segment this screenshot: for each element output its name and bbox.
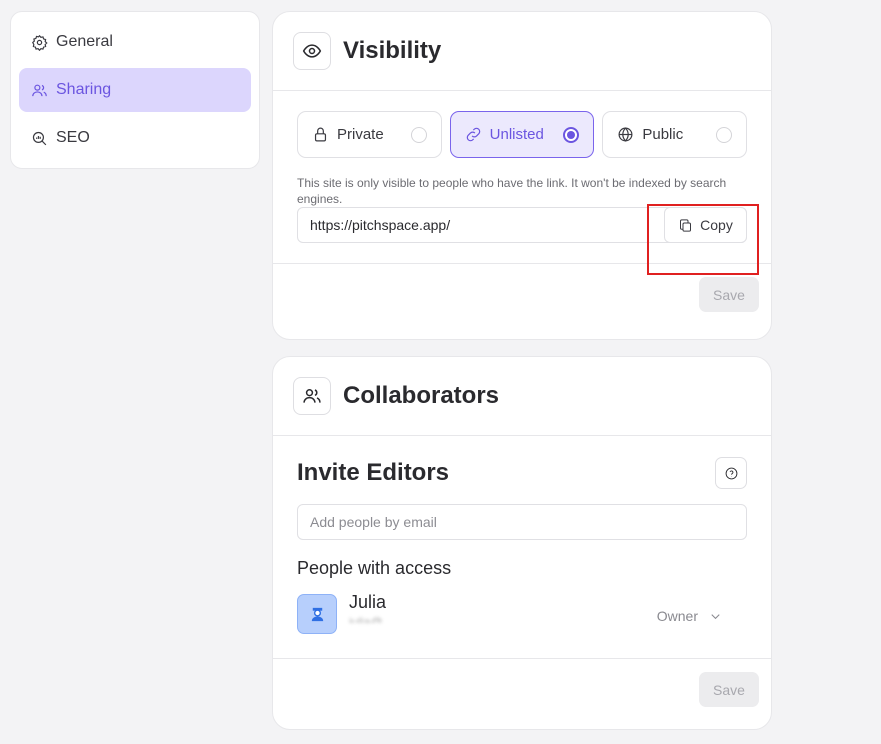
avatar <box>297 594 337 634</box>
visibility-header: Visibility <box>273 12 771 91</box>
sidebar-item-sharing[interactable]: Sharing <box>19 68 251 112</box>
collaborators-card: Collaborators Invite Editors Add people … <box>272 356 772 730</box>
role-dropdown[interactable]: Owner <box>657 608 723 624</box>
collaborators-title: Collaborators <box>343 382 500 409</box>
collaborators-save-button[interactable]: Save <box>699 672 759 707</box>
sidebar-item-label: SEO <box>56 129 90 146</box>
sidebar-item-label: General <box>56 33 113 50</box>
users-icon <box>303 389 321 403</box>
visibility-title: Visibility <box>343 37 442 64</box>
person-info: Julia julia@... <box>349 592 657 623</box>
sidebar-item-label: Sharing <box>56 81 112 98</box>
collaborators-footer: Save <box>273 658 771 720</box>
person-row: Julia julia@... Owner <box>273 579 771 648</box>
people-with-access-title: People with access <box>297 558 452 578</box>
settings-sidebar: General Sharing SEO <box>10 11 260 169</box>
sidebar-item-general[interactable]: General <box>19 20 251 64</box>
users-icon <box>32 84 47 96</box>
person-name: Julia <box>349 592 387 612</box>
gear-icon <box>32 34 48 51</box>
visibility-options: Private Unlisted Public <box>273 91 771 158</box>
option-label: Public <box>642 126 684 143</box>
invite-editors-title: Invite Editors <box>297 459 450 486</box>
collaborators-header-icon <box>293 377 331 415</box>
person-email: julia@... <box>349 615 393 623</box>
radio-button-selected[interactable] <box>563 126 580 143</box>
option-label: Private <box>337 126 384 143</box>
help-icon <box>725 467 737 479</box>
option-private[interactable]: Private <box>297 111 442 158</box>
visibility-header-icon <box>293 32 331 70</box>
role-label: Owner <box>656 608 698 624</box>
sidebar-item-seo[interactable]: SEO <box>19 116 251 160</box>
invite-email-input[interactable]: Add people by email <box>297 504 747 540</box>
collaborators-header: Collaborators <box>273 357 771 436</box>
radio-button[interactable] <box>716 126 733 143</box>
option-label: Unlisted <box>489 126 544 143</box>
eye-icon <box>302 44 322 58</box>
help-button[interactable] <box>715 457 747 489</box>
globe-icon <box>618 127 633 142</box>
invite-editors-row: Invite Editors <box>273 436 771 489</box>
option-public[interactable]: Public <box>602 111 748 158</box>
chevron-down-icon <box>711 613 720 619</box>
visibility-save-button[interactable]: Save <box>699 277 759 312</box>
radio-button[interactable] <box>410 126 427 143</box>
lock-icon <box>314 127 327 142</box>
option-unlisted[interactable]: Unlisted <box>449 111 595 158</box>
visibility-card: Visibility Private Unlisted Public This … <box>272 11 772 340</box>
link-icon <box>466 127 480 142</box>
user-avatar-icon <box>311 607 323 622</box>
highlight-box <box>647 204 759 275</box>
seo-search-icon <box>32 131 47 145</box>
visibility-description: This site is only visible to people who … <box>297 176 727 206</box>
